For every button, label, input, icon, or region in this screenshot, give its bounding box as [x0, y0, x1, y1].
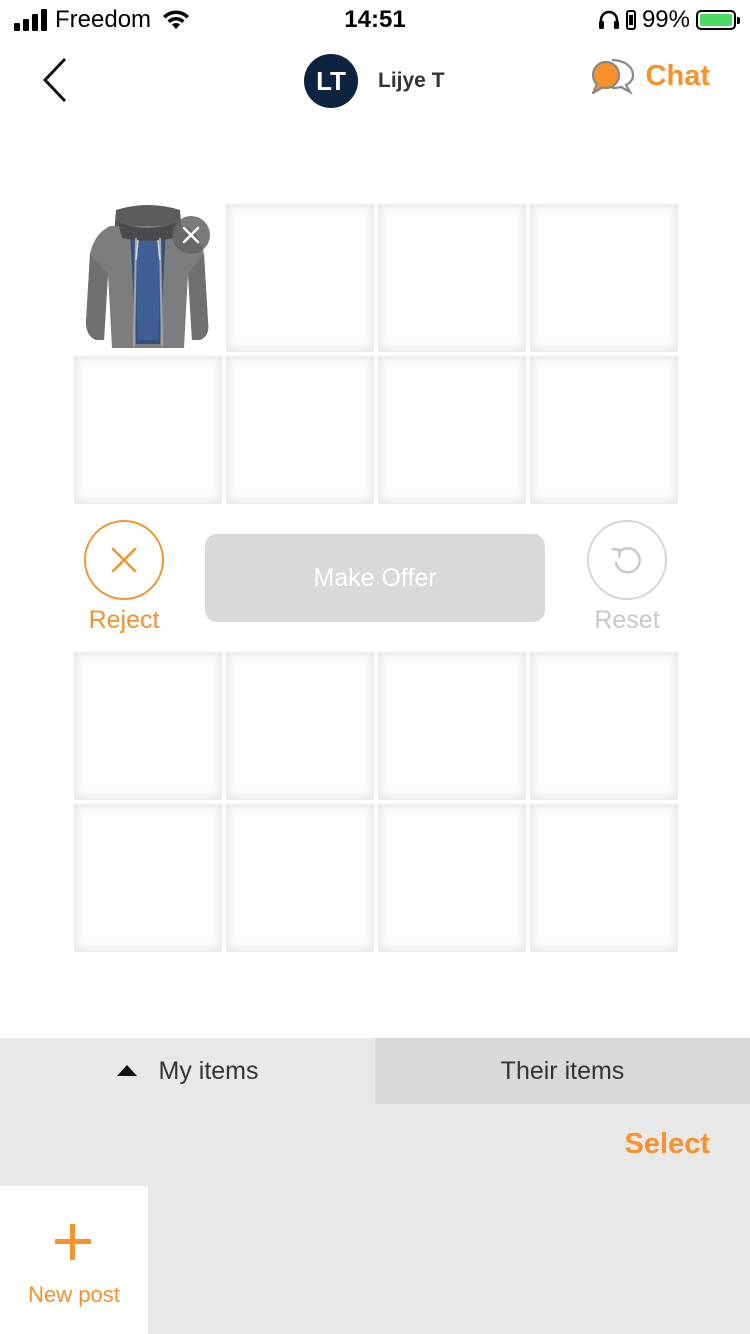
empty-slot [226, 804, 374, 952]
tab-my-items-label: My items [158, 1056, 259, 1085]
chat-bubbles-icon [591, 58, 634, 95]
empty-slot [226, 204, 374, 352]
headphones-icon [598, 10, 619, 29]
status-right: 99% [598, 6, 740, 34]
avatar[interactable]: LT [304, 54, 358, 108]
empty-slot [378, 804, 526, 952]
empty-slot [74, 356, 222, 504]
empty-slot [378, 204, 526, 352]
empty-slot [74, 652, 222, 800]
reject-button[interactable]: Reject [84, 520, 164, 634]
battery-charging-icon [696, 10, 740, 30]
new-post-button[interactable]: New post [0, 1186, 148, 1334]
empty-slot [226, 652, 374, 800]
chevron-left-icon [42, 57, 67, 103]
offer-grid [74, 204, 678, 504]
chat-button[interactable]: Chat [590, 56, 710, 96]
chat-label: Chat [645, 59, 710, 92]
empty-slot [74, 804, 222, 952]
empty-slot [530, 652, 678, 800]
empty-slot [530, 356, 678, 504]
tab-their-items-label: Their items [500, 1056, 625, 1085]
reset-icon [611, 547, 641, 574]
reject-label: Reject [88, 606, 160, 634]
reset-label: Reset [594, 606, 660, 634]
empty-slot [378, 356, 526, 504]
tab-their-items[interactable]: Their items [375, 1038, 750, 1104]
battery-percent: 99% [641, 6, 690, 33]
reset-button[interactable]: Reset [587, 520, 667, 634]
remove-item-button[interactable] [172, 216, 210, 254]
close-icon [111, 547, 137, 573]
orientation-lock-icon [625, 10, 636, 30]
close-icon [182, 226, 200, 244]
empty-slot [530, 204, 678, 352]
plus-icon [55, 1224, 91, 1260]
select-button[interactable]: Select [625, 1128, 710, 1161]
caret-up-icon [116, 1064, 137, 1076]
new-post-label: New post [28, 1282, 120, 1307]
empty-slot [530, 804, 678, 952]
empty-slot [226, 356, 374, 504]
their-offer-grid [74, 652, 678, 952]
items-tabs: My items Their items [0, 1038, 750, 1104]
nav-bar: LT Lijye T Chat [0, 40, 750, 120]
tab-my-items[interactable]: My items [0, 1038, 375, 1104]
empty-slot [378, 652, 526, 800]
reject-circle [84, 520, 164, 600]
reset-circle [587, 520, 667, 600]
user-name: Lijye T [378, 69, 445, 92]
conversation-partner: LT Lijye T [304, 54, 445, 108]
make-offer-button[interactable]: Make Offer [205, 534, 545, 622]
items-panel: Select New post [0, 1104, 750, 1334]
back-button[interactable] [30, 50, 80, 110]
offer-item-jacket[interactable] [74, 204, 222, 352]
status-bar: Freedom 14:51 99% [0, 0, 750, 40]
